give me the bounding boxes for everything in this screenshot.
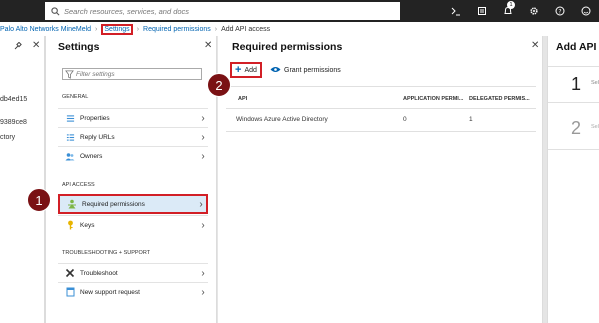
chevron-right-icon: › xyxy=(201,286,205,298)
table-header-divider xyxy=(226,108,536,109)
eye-icon xyxy=(270,66,281,75)
settings-item-properties[interactable]: Properties › xyxy=(58,108,208,127)
breadcrumb-separator: › xyxy=(136,25,140,33)
toolbar-divider xyxy=(226,86,536,87)
pin-icon[interactable] xyxy=(14,41,22,52)
filter-settings[interactable] xyxy=(62,68,202,80)
terminal-icon[interactable] xyxy=(443,0,469,22)
table-cell-application: 0 xyxy=(403,116,407,123)
plus-icon: + xyxy=(235,64,242,76)
global-search[interactable] xyxy=(45,2,400,20)
settings-item-troubleshoot[interactable]: Troubleshoot › xyxy=(58,263,208,282)
settings-item-label: Required permissions xyxy=(82,200,145,208)
step-select-permissions[interactable]: 2 Sel xyxy=(548,110,599,150)
column-header-delegated-permissions[interactable]: DELEGATED PERMIS... xyxy=(469,96,530,102)
support-request-icon xyxy=(62,287,78,297)
breadcrumb-add-api-access: Add API access xyxy=(221,25,271,33)
settings-item-label: New support request xyxy=(80,288,140,296)
smiley-icon[interactable] xyxy=(573,0,599,22)
add-button[interactable]: + Add xyxy=(230,62,262,78)
help-icon[interactable]: ? xyxy=(547,0,573,22)
feedback-icon[interactable] xyxy=(469,0,495,22)
settings-item-label: Keys xyxy=(80,221,95,229)
breadcrumb-separator: › xyxy=(95,25,98,33)
add-api-access-blade: Add API a 1 Sel 2 Sel xyxy=(547,36,599,323)
step-text: Sel xyxy=(591,80,599,86)
app-id-partial: db4ed15 xyxy=(0,96,28,103)
chevron-right-icon: › xyxy=(201,219,205,231)
chevron-right-icon: › xyxy=(201,150,205,162)
breadcrumb-required-permissions[interactable]: Required permissions xyxy=(143,26,211,33)
step-text: Sel xyxy=(591,124,599,130)
step-select-api[interactable]: 1 Sel xyxy=(548,66,599,103)
owners-icon xyxy=(62,152,78,161)
search-input[interactable] xyxy=(64,4,384,18)
filter-icon xyxy=(65,69,74,79)
column-header-api[interactable]: API xyxy=(238,96,247,102)
app-blade: ✕ db4ed15 9389ce8 ctory xyxy=(0,36,45,323)
reply-urls-icon xyxy=(62,133,78,142)
table-cell-api[interactable]: Windows Azure Active Directory xyxy=(236,116,328,123)
settings-item-label: Troubleshoot xyxy=(80,269,118,277)
table-cell-delegated: 1 xyxy=(469,116,473,123)
filter-input[interactable] xyxy=(76,70,196,78)
breadcrumb: Palo Alto Networks MineMeld › Settings ›… xyxy=(0,22,599,36)
gear-icon[interactable] xyxy=(521,0,547,22)
breadcrumb-separator: › xyxy=(214,25,218,33)
chevron-right-icon: › xyxy=(201,267,205,279)
key-icon xyxy=(62,220,78,230)
callout-marker-1: 1 xyxy=(27,188,51,212)
settings-title: Settings xyxy=(58,41,100,53)
step-number: 2 xyxy=(571,118,582,138)
settings-item-required-permissions[interactable]: Required permissions › xyxy=(58,194,208,214)
required-permissions-icon xyxy=(64,199,80,209)
close-icon[interactable]: ✕ xyxy=(204,40,212,51)
step-number: 1 xyxy=(571,74,582,94)
settings-item-label: Owners xyxy=(80,152,103,160)
required-permissions-blade: Required permissions ✕ + Add Grant permi… xyxy=(218,36,543,323)
settings-blade: Settings ✕ GENERAL Properties › Reply UR… xyxy=(45,36,217,323)
directory-partial: ctory xyxy=(0,134,16,141)
section-general: GENERAL xyxy=(62,94,89,100)
grant-label: Grant permissions xyxy=(284,67,341,74)
search-icon xyxy=(46,3,64,19)
close-icon[interactable]: ✕ xyxy=(32,40,40,51)
bell-icon[interactable]: 1 xyxy=(495,0,521,22)
chevron-right-icon: › xyxy=(199,198,203,210)
breadcrumb-app[interactable]: Palo Alto Networks MineMeld xyxy=(0,26,91,33)
column-header-application-permissions[interactable]: APPLICATION PERMI... xyxy=(403,96,463,102)
required-permissions-title: Required permissions xyxy=(232,41,343,53)
notification-badge: 1 xyxy=(507,1,515,9)
table-row-divider xyxy=(226,131,536,132)
add-label: Add xyxy=(244,66,257,74)
wrench-icon xyxy=(62,268,78,278)
close-icon[interactable]: ✕ xyxy=(531,40,539,51)
properties-icon xyxy=(62,114,78,123)
section-api-access: API ACCESS xyxy=(62,182,95,188)
grant-permissions-button[interactable]: Grant permissions xyxy=(270,66,341,75)
chevron-right-icon: › xyxy=(201,112,205,124)
svg-text:?: ? xyxy=(558,8,561,15)
section-troubleshooting: TROUBLESHOOTING + SUPPORT xyxy=(62,250,151,256)
chevron-right-icon: › xyxy=(201,131,205,143)
top-icons: 1 ? xyxy=(443,0,599,22)
settings-item-label: Reply URLs xyxy=(80,133,115,141)
callout-marker-2: 2 xyxy=(207,73,231,97)
settings-item-reply-urls[interactable]: Reply URLs › xyxy=(58,127,208,146)
object-id-partial: 9389ce8 xyxy=(0,119,27,126)
settings-item-label: Properties xyxy=(80,114,110,122)
settings-item-new-support-request[interactable]: New support request › xyxy=(58,282,208,301)
settings-item-keys[interactable]: Keys › xyxy=(58,215,208,234)
add-api-title: Add API a xyxy=(556,41,599,53)
top-bar: 1 ? xyxy=(0,0,599,22)
settings-item-owners[interactable]: Owners › xyxy=(58,146,208,165)
breadcrumb-settings[interactable]: Settings xyxy=(101,23,133,35)
